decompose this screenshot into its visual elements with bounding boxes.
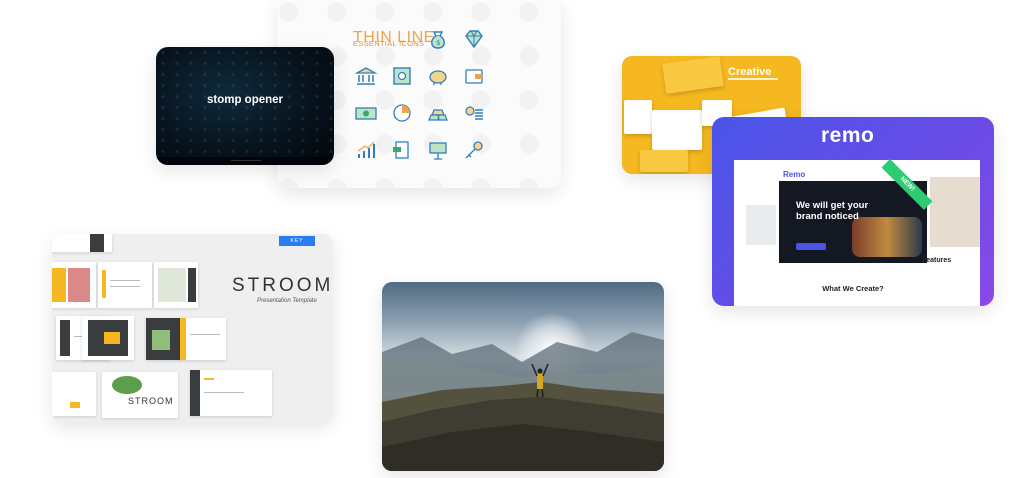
creative-subtitle-line	[728, 78, 778, 80]
hero-cta-button	[796, 243, 826, 250]
particle-background	[156, 47, 334, 165]
slide-preview	[190, 370, 272, 416]
features-label: Features	[922, 257, 952, 264]
slide-preview: STROOM	[102, 372, 178, 418]
stomp-title: stomp opener	[206, 94, 284, 106]
side-image	[930, 177, 980, 247]
remo-logo: remo	[821, 124, 875, 147]
stomp-opener-thumbnail[interactable]: stomp opener	[156, 47, 334, 165]
slide-preview	[154, 262, 198, 308]
piggy-bank-icon	[429, 70, 447, 85]
icons-subtitle: ESSENTIAL ICONS	[353, 39, 425, 48]
money-bag-icon: $	[431, 31, 445, 49]
banknote-icon	[355, 107, 377, 120]
receipt-icon	[393, 141, 409, 159]
bank-icon	[354, 67, 378, 85]
key-icon	[465, 141, 483, 159]
diamond-icon	[465, 30, 483, 49]
growth-chart-icon	[357, 141, 375, 158]
remo-template-thumbnail[interactable]: remo Remo We will get your brand noticed…	[712, 117, 994, 306]
slide-preview	[52, 262, 96, 308]
video-control-bar	[156, 157, 334, 165]
hero-headline: We will get your brand noticed	[796, 200, 869, 222]
svg-text:$: $	[436, 39, 440, 47]
slide-preview	[52, 234, 112, 252]
what-we-create-section: What We Create?	[779, 263, 927, 293]
slide-preview	[82, 316, 134, 360]
side-image	[746, 205, 776, 245]
creative-title: Creative	[728, 66, 772, 78]
gold-bars-icon	[428, 109, 448, 121]
slide-preview	[624, 100, 652, 134]
stroom-subtitle: Presentation Template	[257, 298, 317, 304]
slide-preview	[146, 318, 182, 360]
key-badge: KEY	[279, 236, 315, 246]
landscape-illustration	[382, 332, 664, 471]
remo-brand: Remo	[783, 170, 806, 179]
mountain-hiker-photo[interactable]	[382, 282, 664, 471]
stroom-title: STROOM	[232, 275, 333, 296]
slide-preview	[640, 150, 688, 172]
slide-preview	[52, 372, 96, 416]
slide-preview	[180, 318, 226, 360]
stroom-mini-logo: STROOM	[128, 396, 174, 406]
slide-preview	[662, 56, 724, 94]
slide-preview	[652, 110, 702, 150]
pie-chart-icon	[393, 104, 411, 122]
safe-icon	[393, 67, 411, 85]
section-title: What We Create?	[822, 284, 884, 293]
slide-preview	[98, 262, 152, 308]
stroom-template-thumbnail[interactable]: KEY STROOM Presentation Template STROOM	[52, 234, 333, 422]
car-image	[852, 217, 922, 257]
coins-icon	[465, 106, 483, 120]
wallet-icon	[465, 69, 483, 84]
presentation-board-icon	[429, 142, 447, 160]
